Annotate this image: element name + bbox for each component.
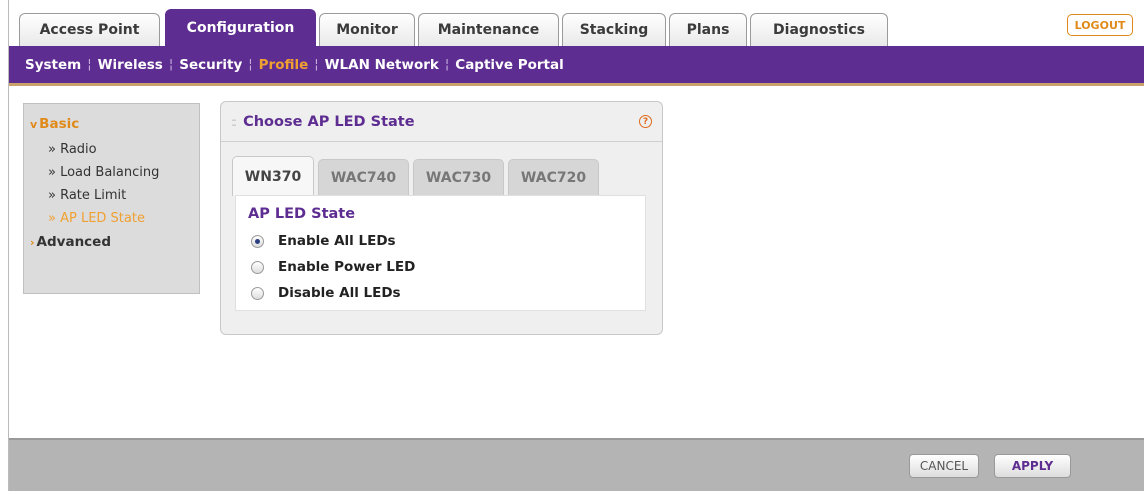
option-disable-all-leds[interactable]: Disable All LEDs [248,280,645,306]
radio-label: Enable All LEDs [278,233,396,249]
left-nav-item-load-balancing[interactable]: » Load Balancing [24,161,199,184]
drag-grip-icon: :: [231,114,237,129]
panel-header: :: Choose AP LED State ? [221,102,662,142]
tab-wn370[interactable]: WN370 [232,156,314,196]
tab-wac730[interactable]: WAC730 [413,159,504,196]
tab-access-point[interactable]: Access Point [19,13,160,46]
left-nav-item-ap-led-state[interactable]: » AP LED State [24,207,199,230]
option-enable-all-leds[interactable]: Enable All LEDs [248,228,645,254]
tab-configuration[interactable]: Configuration [165,9,316,46]
help-icon[interactable]: ? [639,115,652,128]
top-tab-bar: Access Point Configuration Monitor Maint… [9,0,1144,46]
cancel-button[interactable]: CANCEL [909,454,979,478]
subnav-captive-portal[interactable]: Captive Portal [449,57,569,73]
tab-stacking[interactable]: Stacking [562,13,666,46]
left-nav-advanced[interactable]: › Advanced [24,234,199,250]
left-nav-item-radio[interactable]: » Radio [24,138,199,161]
chevron-down-icon: v [30,118,38,131]
tab-wac720[interactable]: WAC720 [508,159,599,196]
subnav-wlan-network[interactable]: WLAN Network [319,57,445,73]
radio-disable-all-leds[interactable] [251,286,264,300]
chevron-right-icon: › [30,236,35,249]
section-title: AP LED State [248,206,356,222]
subnav-system[interactable]: System [19,57,87,73]
tab-wac740[interactable]: WAC740 [318,159,409,196]
tab-maintenance[interactable]: Maintenance [418,13,559,46]
subnav-wireless[interactable]: Wireless [92,57,169,73]
option-enable-power-led[interactable]: Enable Power LED [248,254,645,280]
radio-enable-power-led[interactable] [251,260,264,274]
led-state-section: AP LED State Enable All LEDs Enable Powe… [235,195,646,311]
tab-plans[interactable]: Plans [669,13,747,46]
sub-nav: System ¦ Wireless ¦ Security ¦ Profile ¦… [9,46,1144,86]
main-content: v Basic » Radio » Load Balancing » Rate L… [9,89,1144,438]
app-frame: Access Point Configuration Monitor Maint… [8,0,1144,491]
tab-monitor[interactable]: Monitor [319,13,415,46]
footer-bar: CANCEL APPLY [9,438,1144,491]
radio-enable-all-leds[interactable] [251,234,264,248]
left-nav-basic-label: Basic [39,116,80,132]
left-nav-advanced-label: Advanced [36,234,112,250]
subnav-security[interactable]: Security [173,57,248,73]
tab-diagnostics[interactable]: Diagnostics [750,13,888,46]
left-nav-basic[interactable]: v Basic [24,116,199,132]
led-state-panel: :: Choose AP LED State ? WN370 WAC740 WA… [220,101,663,335]
left-nav-item-rate-limit[interactable]: » Rate Limit [24,184,199,207]
logout-button[interactable]: LOGOUT [1067,14,1133,36]
radio-label: Disable All LEDs [278,285,401,301]
panel-title: Choose AP LED State [243,113,415,130]
subnav-profile[interactable]: Profile [253,57,315,73]
apply-button[interactable]: APPLY [994,454,1071,478]
radio-label: Enable Power LED [278,259,416,275]
left-nav: v Basic » Radio » Load Balancing » Rate L… [23,103,200,294]
